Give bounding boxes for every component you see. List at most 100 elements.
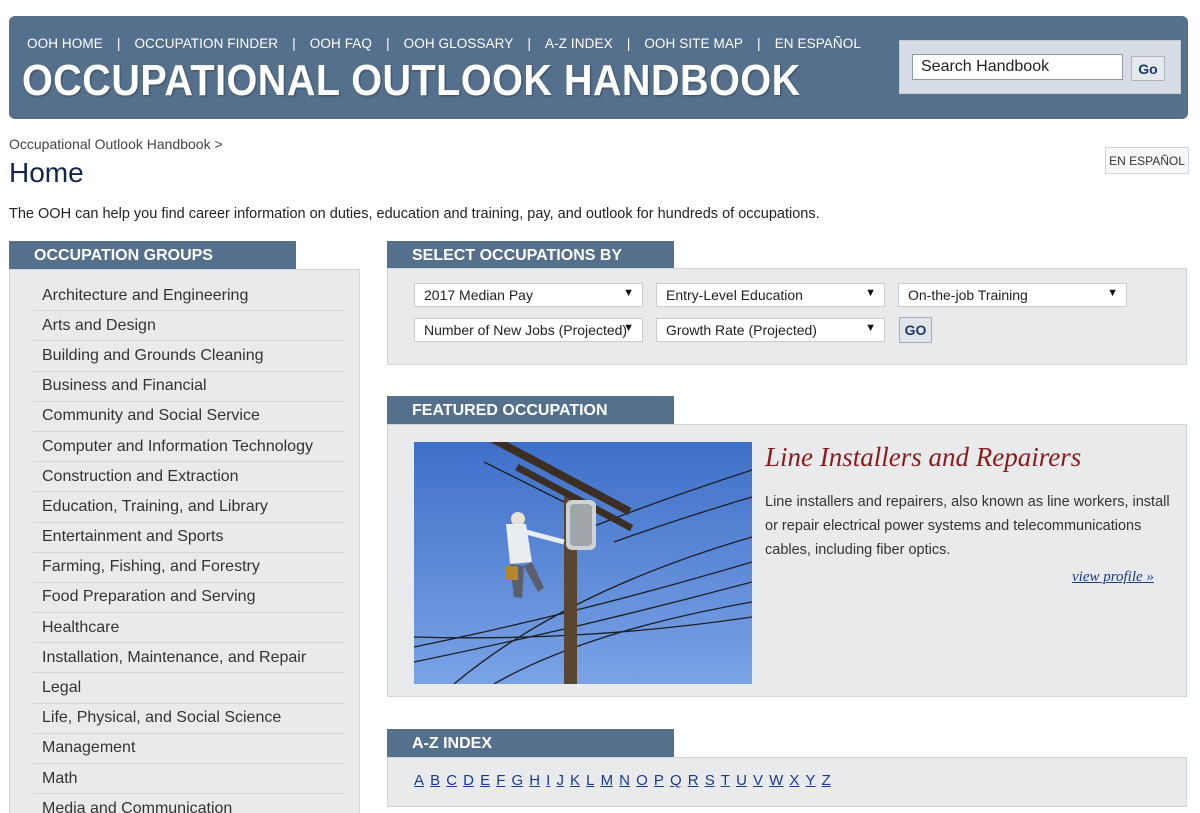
a-z-letter-link[interactable]: W [769,772,783,789]
a-z-letter-link[interactable]: B [430,772,440,789]
entry-level-education-select[interactable]: Entry-Level Education ▼ [656,283,885,307]
a-z-letter-link[interactable]: S [705,772,715,789]
select-go-button[interactable]: GO [899,317,932,343]
occupation-group-link[interactable]: Building and Grounds Cleaning [42,347,263,365]
select-occupations-panel: 2017 Median Pay ▼ Entry-Level Education … [387,268,1187,365]
occupation-group-link[interactable]: Management [42,739,135,757]
search-go-button[interactable]: Go [1131,56,1165,81]
a-z-letter-link[interactable]: U [736,772,747,789]
median-pay-select[interactable]: 2017 Median Pay ▼ [414,283,643,307]
page-title: Home [9,157,84,188]
occupation-group-link[interactable]: Life, Physical, and Social Science [42,709,281,727]
a-z-letter-link[interactable]: R [688,772,699,789]
nav-a-z-index[interactable]: A-Z INDEX [545,36,613,51]
site-header: OOH HOME | OCCUPATION FINDER | OOH FAQ |… [9,16,1188,119]
occupation-group-item: Business and Financial [34,372,344,402]
en-espanol-button[interactable]: EN ESPAÑOL [1105,147,1189,174]
occupation-group-item: Construction and Extraction [34,462,344,493]
occupation-group-link[interactable]: Installation, Maintenance, and Repair [42,649,306,667]
a-z-letter-link[interactable]: N [619,772,630,789]
new-jobs-select[interactable]: Number of New Jobs (Projected) ▼ [414,318,643,342]
occupation-group-link[interactable]: Entertainment and Sports [42,528,223,546]
a-z-letter-link[interactable]: O [636,772,648,789]
occupation-group-link[interactable]: Food Preparation and Serving [42,588,255,606]
occupation-group-item: Installation, Maintenance, and Repair [34,643,344,674]
a-z-letter-link[interactable]: A [414,772,424,789]
occupation-group-item: Community and Social Service [34,402,344,432]
intro-text: The OOH can help you find career informa… [9,206,820,222]
occupation-group-link[interactable]: Math [42,770,78,788]
occupation-group-link[interactable]: Architecture and Engineering [42,287,248,305]
occupation-group-item: Computer and Information Technology [34,432,344,463]
breadcrumb-link[interactable]: Occupational Outlook Handbook [9,136,211,152]
nav-separator: | [757,35,761,51]
a-z-letter-link[interactable]: T [721,772,730,789]
occupation-groups-panel: Architecture and Engineering Arts and Des… [9,269,360,813]
view-profile-link[interactable]: view profile » [1072,569,1154,586]
occupation-group-link[interactable]: Arts and Design [42,317,156,335]
nav-separator: | [292,35,296,51]
featured-occupation-title[interactable]: Line Installers and Repairers [765,442,1081,473]
nav-occupation-finder[interactable]: OCCUPATION FINDER [134,36,278,51]
a-z-letter-link[interactable]: L [586,772,594,789]
breadcrumb-separator: > [214,136,223,152]
occupation-group-link[interactable]: Legal [42,679,81,697]
a-z-letter-link[interactable]: G [511,772,523,789]
a-z-letter-link[interactable]: D [463,772,474,789]
featured-occupation-description: Line installers and repairers, also know… [765,494,1170,558]
on-the-job-training-select-value: On-the-job Training [908,287,1028,303]
top-nav: OOH HOME | OCCUPATION FINDER | OOH FAQ |… [27,35,861,51]
a-z-letter-link[interactable]: V [753,772,763,789]
occupation-group-item: Life, Physical, and Social Science [34,704,344,734]
occupation-group-link[interactable]: Farming, Fishing, and Forestry [42,558,260,576]
occupation-group-link[interactable]: Construction and Extraction [42,468,239,486]
a-z-letter-link[interactable]: Z [822,772,831,789]
dropdown-arrow-icon: ▼ [623,322,634,334]
a-z-letter-link[interactable]: F [496,772,505,789]
growth-rate-select-value: Growth Rate (Projected) [666,322,817,338]
nav-ooh-faq[interactable]: OOH FAQ [310,36,372,51]
occupation-group-item: Education, Training, and Library [34,492,344,523]
occupation-group-item: Arts and Design [34,311,344,342]
a-z-letter-link[interactable]: Y [805,772,815,789]
featured-occupation-panel: Line Installers and Repairers Line insta… [387,424,1187,697]
occupation-group-item: Building and Grounds Cleaning [34,341,344,372]
occupation-group-item: Media and Communication [34,794,344,813]
a-z-letter-link[interactable]: J [556,772,564,789]
a-z-index-heading: A-Z INDEX [387,729,674,758]
nav-site-map[interactable]: OOH SITE MAP [644,36,743,51]
occupation-group-item: Architecture and Engineering [34,281,344,312]
nav-en-espanol[interactable]: EN ESPAÑOL [775,36,861,51]
a-z-letter-link[interactable]: P [654,772,664,789]
nav-ooh-glossary[interactable]: OOH GLOSSARY [404,36,514,51]
featured-occupation-photo[interactable] [414,442,752,684]
a-z-letter-link[interactable]: E [480,772,490,789]
occupation-group-link[interactable]: Healthcare [42,619,119,637]
occupation-group-link[interactable]: Computer and Information Technology [42,438,313,456]
line-worker-illustration [414,442,752,684]
on-the-job-training-select[interactable]: On-the-job Training ▼ [898,283,1127,307]
a-z-letter-link[interactable]: Q [670,772,682,789]
search-box: Go [899,40,1181,94]
entry-level-education-select-value: Entry-Level Education [666,287,803,303]
occupation-group-link[interactable]: Community and Social Service [42,407,260,425]
site-logo[interactable]: OCCUPATIONAL OUTLOOK HANDBOOK [22,56,801,106]
occupation-group-item: Food Preparation and Serving [34,583,344,614]
occupation-group-link[interactable]: Education, Training, and Library [42,498,268,516]
occupation-group-item: Farming, Fishing, and Forestry [34,553,344,583]
new-jobs-select-value: Number of New Jobs (Projected) [424,322,628,338]
occupation-group-link[interactable]: Media and Communication [42,800,232,813]
occupation-groups-list: Architecture and Engineering Arts and Des… [34,281,344,813]
a-z-letter-link[interactable]: M [601,772,614,789]
a-z-letter-link[interactable]: H [529,772,540,789]
a-z-letter-link[interactable]: I [546,772,550,789]
occupation-group-item: Legal [34,673,344,704]
a-z-letter-link[interactable]: C [446,772,457,789]
dropdown-arrow-icon: ▼ [623,287,634,299]
growth-rate-select[interactable]: Growth Rate (Projected) ▼ [656,318,885,342]
a-z-letter-link[interactable]: X [789,772,799,789]
nav-ooh-home[interactable]: OOH HOME [27,36,103,51]
occupation-group-link[interactable]: Business and Financial [42,377,207,395]
search-input[interactable] [912,54,1123,80]
a-z-letter-link[interactable]: K [570,772,580,789]
